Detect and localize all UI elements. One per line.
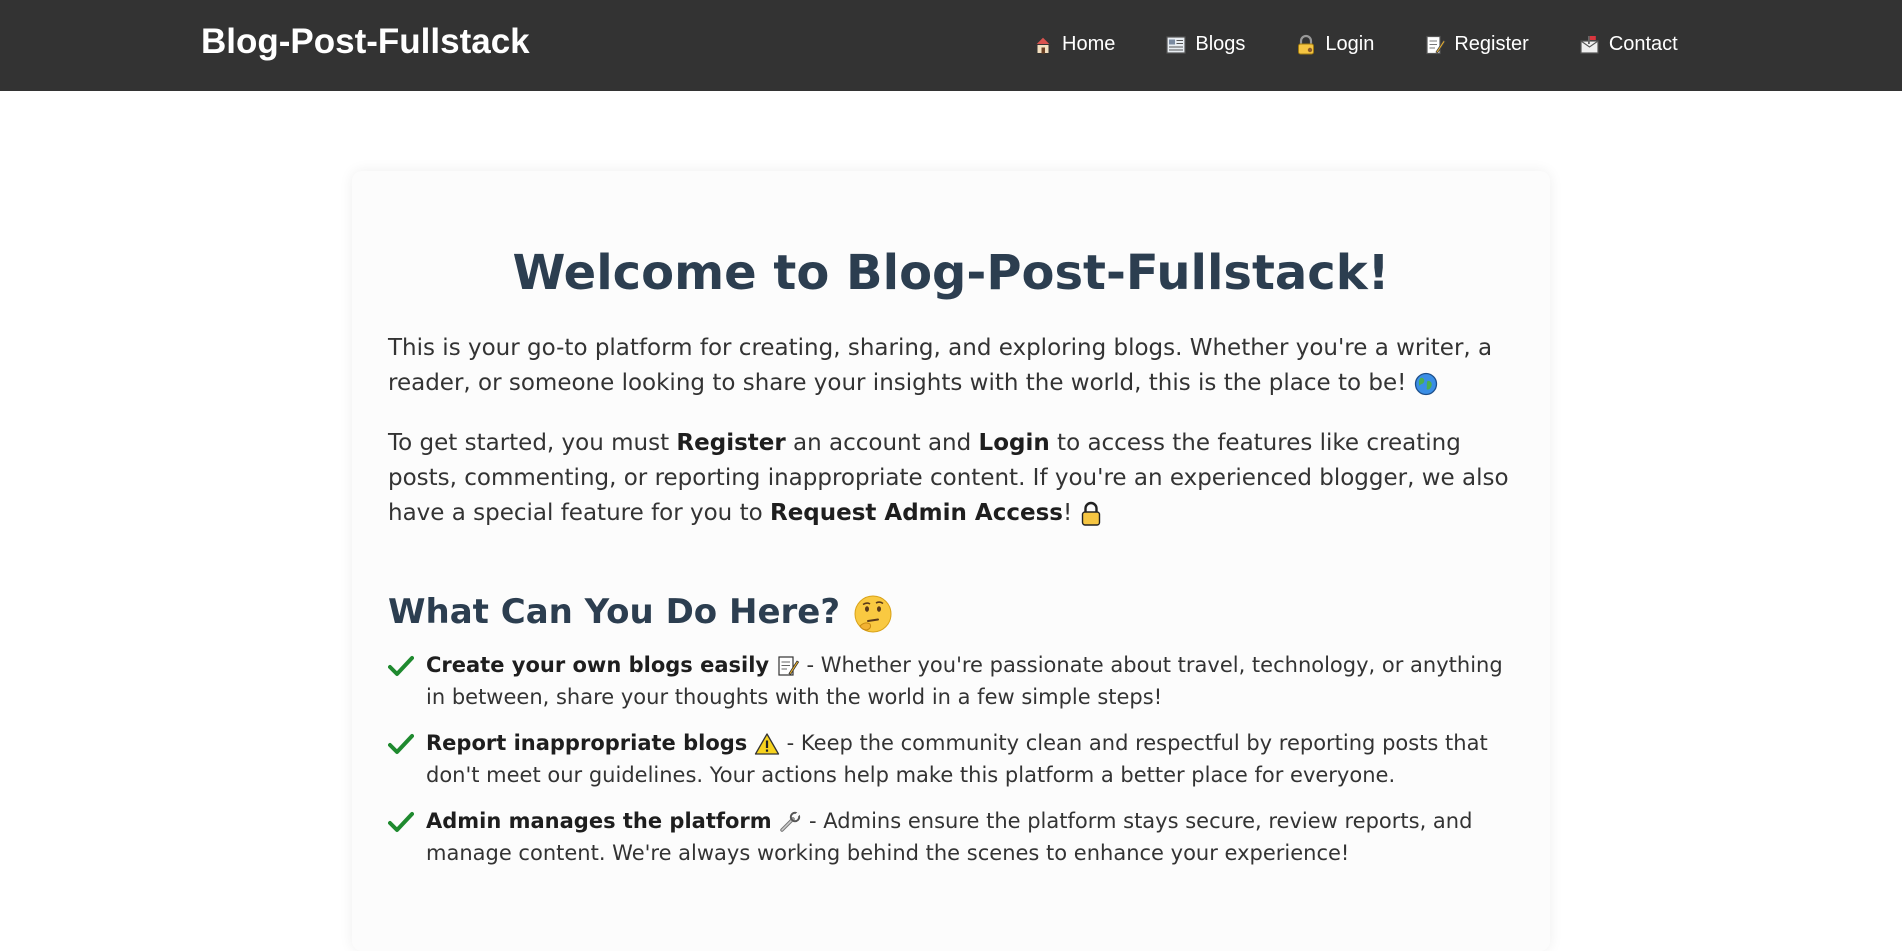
memo-icon — [776, 654, 800, 678]
list-item: Create your own blogs easily - Whether y… — [388, 649, 1514, 713]
check-mark-icon — [388, 655, 414, 677]
getting-started-text-1: To get started, you must — [388, 430, 677, 456]
check-mark-icon — [388, 733, 414, 755]
register-emphasis: Register — [676, 430, 786, 456]
welcome-card-content: Welcome to Blog-Post-Fullstack! This is … — [388, 243, 1514, 883]
login-emphasis: Login — [978, 430, 1050, 456]
memo-icon — [1424, 34, 1446, 56]
thinking-face-icon — [852, 593, 894, 635]
nav-register-label: Register — [1454, 33, 1529, 55]
newspaper-icon — [1165, 34, 1187, 56]
nav-home-label: Home — [1062, 33, 1116, 55]
intro-text: This is your go-to platform for creating… — [388, 335, 1493, 396]
getting-started-text-4: ! — [1062, 500, 1073, 526]
nav-contact-link[interactable]: Contact — [1579, 33, 1678, 56]
getting-started-text-2: an account and — [785, 430, 979, 456]
list-item: Admin manages the platform - Admins ensu… — [388, 805, 1514, 869]
mailbox-icon — [1579, 34, 1601, 56]
lock-icon — [1080, 501, 1102, 527]
nav-login-link[interactable]: Login — [1295, 33, 1374, 56]
page-title: Welcome to Blog-Post-Fullstack! — [512, 245, 1390, 301]
nav-contact-label: Contact — [1608, 33, 1678, 55]
request-admin-emphasis: Request Admin Access — [769, 500, 1063, 526]
check-mark-icon — [388, 811, 414, 833]
intro-paragraph: This is your go-to platform for creating… — [388, 331, 1514, 401]
warning-icon — [754, 732, 780, 756]
welcome-card: Welcome to Blog-Post-Fullstack! This is … — [352, 171, 1550, 951]
nav-blogs-label: Blogs — [1195, 33, 1246, 55]
wrench-icon — [778, 810, 802, 834]
list-item: Report inappropriate blogs - Keep the co… — [388, 727, 1514, 791]
section-title: What Can You Do Here? — [388, 591, 1514, 635]
nav-links: Home Blogs Login Register Contact — [1032, 33, 1678, 56]
nav-register-link[interactable]: Register — [1424, 33, 1529, 56]
brand-logo[interactable]: Blog-Post-Fullstack — [201, 22, 530, 62]
getting-started-paragraph: To get started, you must Register an acc… — [388, 426, 1514, 531]
feature-title: Create your own blogs easily — [426, 652, 770, 677]
nav-home-link[interactable]: Home — [1032, 33, 1115, 56]
globe-icon — [1414, 372, 1438, 396]
feature-title: Report inappropriate blogs — [426, 730, 748, 755]
feature-title: Admin manages the platform — [426, 808, 772, 833]
house-icon — [1032, 34, 1054, 56]
lock-key-icon — [1295, 34, 1317, 56]
nav-login-label: Login — [1325, 33, 1375, 55]
navbar: Blog-Post-Fullstack Home Blogs Login Reg… — [0, 0, 1902, 91]
section-title-text: What Can You Do Here? — [388, 592, 841, 632]
features-list: Create your own blogs easily - Whether y… — [388, 649, 1514, 869]
nav-blogs-link[interactable]: Blogs — [1165, 33, 1245, 56]
